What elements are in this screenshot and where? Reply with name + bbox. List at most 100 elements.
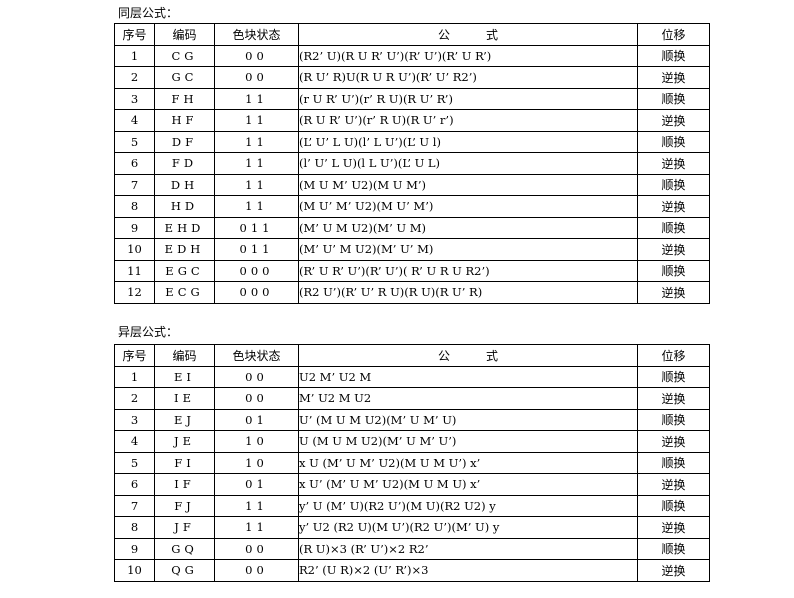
diff-layer-table: 序号 编码 色块状态 公 式 位移 1 EI 00 U2 M’ U2 M 顺换 2 IE 00… [114, 344, 710, 582]
row-state: 000 [214, 259, 299, 282]
row-code: GQ [154, 537, 215, 560]
row-code: FD [154, 152, 215, 175]
row-state: 000 [214, 281, 299, 304]
table-row: 3 EJ 01 U’ (M U M U2)(M’ U M’ U) 顺换 [114, 408, 710, 431]
row-index: 7 [114, 494, 155, 517]
row-state: 11 [214, 195, 299, 218]
row-formula: R2’ (U R)×2 (U’ R’)×3 [298, 559, 638, 582]
row-move: 逆换 [637, 430, 710, 453]
header-index: 序号 [114, 344, 155, 367]
row-code: GC [154, 66, 215, 89]
row-state: 00 [214, 44, 299, 67]
row-state: 011 [214, 216, 299, 239]
row-code: EHD [154, 216, 215, 239]
row-formula: y’ U2 (R2 U)(M U’)(R2 U’)(M’ U) y [298, 516, 638, 539]
row-formula: U2 M’ U2 M [298, 365, 638, 388]
table-row: 12 ECG 000 (R2 U’)(R’ U’ R U)(R U)(R U’ R) 逆… [114, 281, 710, 304]
row-state: 01 [214, 473, 299, 496]
row-code: FH [154, 87, 215, 110]
row-formula: (M’ U M U2)(M’ U M) [298, 216, 638, 239]
same-layer-table: 序号 编码 色块状态 公 式 位移 1 CG 00 (R2’ U)(R U R’ U’… [114, 23, 710, 304]
row-formula: (M U’ M’ U2)(M U’ M’) [298, 195, 638, 218]
row-formula: (R U’ R)U(R U R U’)(R’ U’ R2’) [298, 66, 638, 89]
table-row: 4 JE 10 U (M U M U2)(M’ U M’ U’) 逆换 [114, 430, 710, 453]
table-row: 9 GQ 00 (R U)×3 (R’ U’)×2 R2’ 顺换 [114, 537, 710, 560]
row-move: 顺换 [637, 537, 710, 560]
row-formula: (R U)×3 (R’ U’)×2 R2’ [298, 537, 638, 560]
header-formula: 公 式 [298, 344, 638, 367]
table-row: 1 EI 00 U2 M’ U2 M 顺换 [114, 365, 710, 388]
row-code: IF [154, 473, 215, 496]
table-row: 8 HD 11 (M U’ M’ U2)(M U’ M’) 逆换 [114, 195, 710, 218]
table-row: 2 IE 00 M’ U2 M U2 逆换 [114, 387, 710, 410]
row-move: 逆换 [637, 195, 710, 218]
row-index: 8 [114, 195, 155, 218]
table-row: 10 QG 00 R2’ (U R)×2 (U’ R’)×3 逆换 [114, 559, 710, 582]
row-index: 5 [114, 130, 155, 153]
header-code: 编码 [154, 23, 215, 46]
table-row: 2 GC 00 (R U’ R)U(R U R U’)(R’ U’ R2’) 逆换 [114, 66, 710, 89]
row-state: 11 [214, 152, 299, 175]
row-state: 00 [214, 66, 299, 89]
row-formula: (R U R’ U’)(r’ R U)(R U’ r’) [298, 109, 638, 132]
row-state: 11 [214, 109, 299, 132]
table-row: 8 JF 11 y’ U2 (R2 U)(M U’)(R2 U’)(M’ U) y 逆换 [114, 516, 710, 539]
row-state: 00 [214, 537, 299, 560]
header-index: 序号 [114, 23, 155, 46]
row-code: IE [154, 387, 215, 410]
row-move: 逆换 [637, 516, 710, 539]
row-move: 顺换 [637, 216, 710, 239]
row-index: 7 [114, 173, 155, 196]
row-state: 00 [214, 387, 299, 410]
row-index: 4 [114, 430, 155, 453]
row-index: 10 [114, 238, 155, 261]
row-index: 3 [114, 87, 155, 110]
row-formula: (r U R’ U’)(r’ R U)(R U’ R’) [298, 87, 638, 110]
table-row: 3 FH 11 (r U R’ U’)(r’ R U)(R U’ R’) 顺换 [114, 87, 710, 110]
row-formula: (l’ U’ L U)(l L U’)(L’ U L) [298, 152, 638, 175]
table-row: 7 FJ 11 y’ U (M’ U)(R2 U’)(M U)(R2 U2) y 顺换 [114, 494, 710, 517]
row-code: EDH [154, 238, 215, 261]
row-index: 12 [114, 281, 155, 304]
table-row: 1 CG 00 (R2’ U)(R U R’ U’)(R’ U’)(R’ U R’) 顺… [114, 44, 710, 67]
row-formula: M’ U2 M U2 [298, 387, 638, 410]
header-move: 位移 [637, 23, 710, 46]
row-index: 9 [114, 216, 155, 239]
row-code: JE [154, 430, 215, 453]
row-move: 逆换 [637, 238, 710, 261]
table-row: 5 DF 11 (L’ U’ L U)(l’ L U’)(L’ U l) 顺换 [114, 130, 710, 153]
row-code: EI [154, 365, 215, 388]
row-code: CG [154, 44, 215, 67]
table-row: 10 EDH 011 (M’ U’ M U2)(M’ U’ M) 逆换 [114, 238, 710, 261]
row-move: 逆换 [637, 152, 710, 175]
table-row: 4 HF 11 (R U R’ U’)(r’ R U)(R U’ r’) 逆换 [114, 109, 710, 132]
row-move: 顺换 [637, 173, 710, 196]
row-code: FI [154, 451, 215, 474]
row-index: 4 [114, 109, 155, 132]
row-move: 顺换 [637, 87, 710, 110]
row-move: 顺换 [637, 44, 710, 67]
row-index: 11 [114, 259, 155, 282]
row-formula: x U (M’ U M’ U2)(M U M U’) x’ [298, 451, 638, 474]
row-code: QG [154, 559, 215, 582]
row-move: 逆换 [637, 66, 710, 89]
row-index: 6 [114, 152, 155, 175]
row-move: 逆换 [637, 559, 710, 582]
row-formula: (R2 U’)(R’ U’ R U)(R U)(R U’ R) [298, 281, 638, 304]
row-state: 11 [214, 130, 299, 153]
row-formula: (M U M’ U2)(M U M’) [298, 173, 638, 196]
row-code: HD [154, 195, 215, 218]
row-index: 5 [114, 451, 155, 474]
row-state: 00 [214, 559, 299, 582]
row-state: 11 [214, 516, 299, 539]
row-code: EJ [154, 408, 215, 431]
row-formula: y’ U (M’ U)(R2 U’)(M U)(R2 U2) y [298, 494, 638, 517]
row-index: 2 [114, 66, 155, 89]
row-move: 顺换 [637, 259, 710, 282]
header-formula: 公 式 [298, 23, 638, 46]
header-move: 位移 [637, 344, 710, 367]
row-formula: (M’ U’ M U2)(M’ U’ M) [298, 238, 638, 261]
diff-layer-caption: 异层公式： [118, 325, 179, 339]
row-state: 011 [214, 238, 299, 261]
row-move: 逆换 [637, 387, 710, 410]
